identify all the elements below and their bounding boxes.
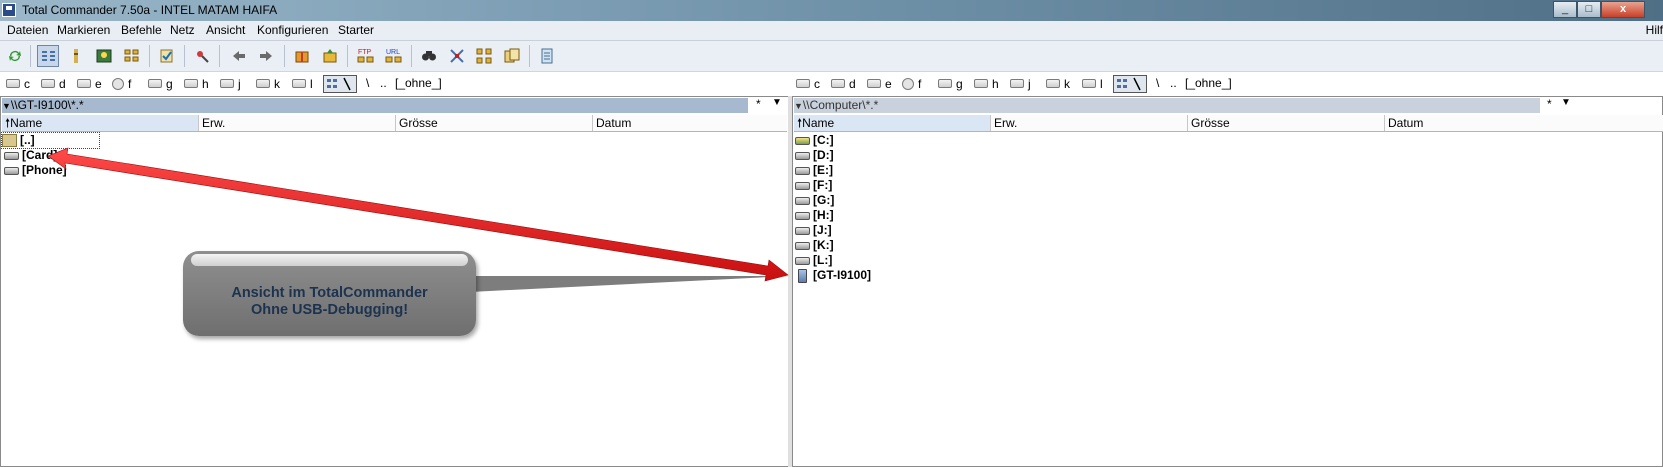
callout-line-1: Ansicht im TotalCommander <box>231 285 428 301</box>
callout-tail <box>470 276 790 292</box>
callout-text: Ansicht im TotalCommander Ohne USB-Debug… <box>183 285 476 319</box>
callout-bubble: Ansicht im TotalCommander Ohne USB-Debug… <box>183 251 476 336</box>
callout-line-2: Ohne USB-Debugging! <box>250 302 409 318</box>
callout-gloss <box>191 254 468 266</box>
annotation-overlay <box>47 147 790 292</box>
